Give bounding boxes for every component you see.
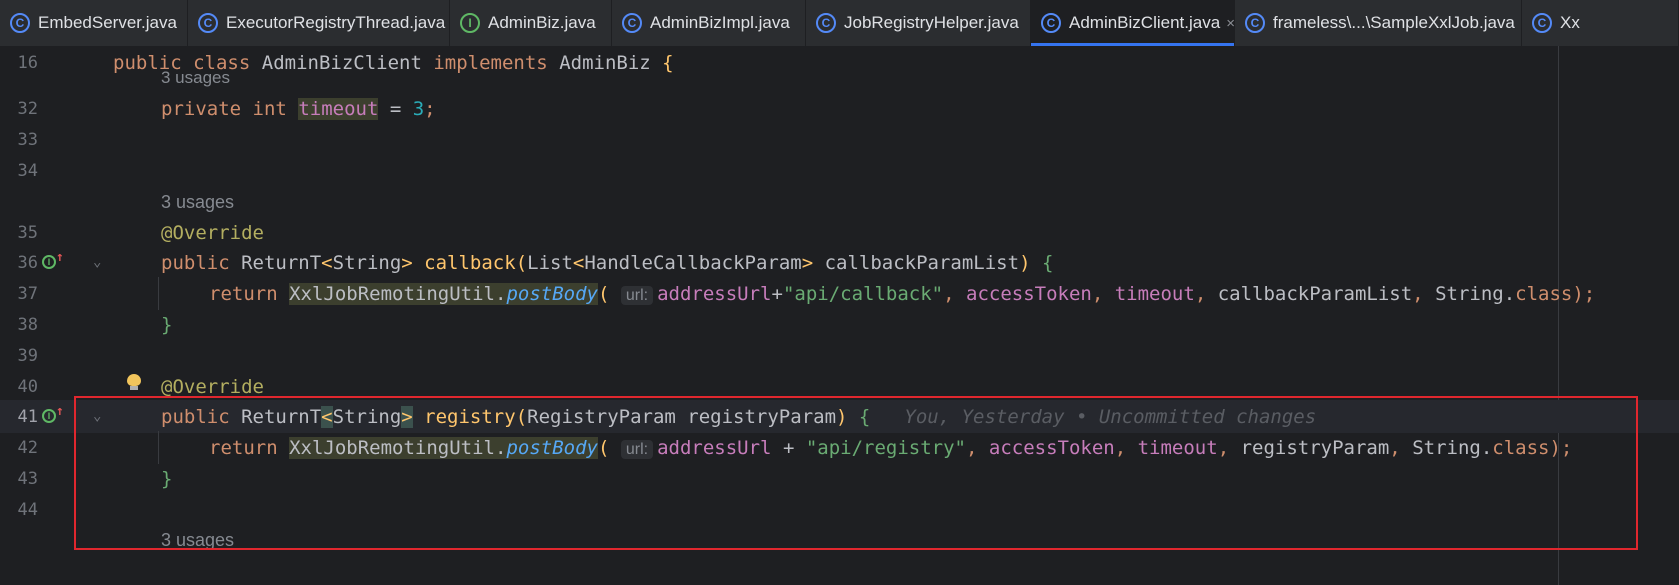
line-number: 42 [17, 438, 38, 458]
class-icon: C [1245, 13, 1265, 33]
class-icon: C [198, 13, 218, 33]
annotation: @Override [161, 222, 264, 244]
line-number: 40 [17, 377, 38, 397]
tab-adminbizimpl[interactable]: C AdminBizImpl.java [612, 0, 806, 46]
go-to-super-icon[interactable]: ↑ [56, 250, 64, 265]
tab-samplexxljob[interactable]: C frameless\...\SampleXxlJob.java [1235, 0, 1522, 46]
code-text: private int timeout = 3; [161, 98, 436, 120]
code-line[interactable]: 32 private int timeout = 3; [0, 92, 1679, 125]
annotation: @Override [161, 376, 264, 398]
parameter-hint: url: [620, 286, 654, 305]
line-number: 35 [17, 223, 38, 243]
tab-label: JobRegistryHelper.java [844, 13, 1019, 32]
tab-label: EmbedServer.java [38, 13, 177, 32]
line-number: 39 [17, 346, 38, 366]
tab-label: AdminBizImpl.java [650, 13, 790, 32]
line-number: 36 [17, 253, 38, 273]
line-number: 41 [17, 407, 38, 427]
sticky-header-line[interactable]: 16 public class AdminBizClient implement… [0, 46, 1679, 79]
line-number: 33 [17, 130, 38, 150]
code-line[interactable]: 38 } [0, 308, 1679, 341]
indent-guide [158, 277, 159, 310]
tab-adminbiz[interactable]: I AdminBiz.java [450, 0, 612, 46]
close-icon[interactable]: × [1226, 15, 1235, 32]
highlight-annotation-box [74, 396, 1638, 550]
tab-label: AdminBiz.java [488, 13, 596, 32]
code-line[interactable]: 33 [0, 123, 1679, 156]
code-editor[interactable]: 16 public class AdminBizClient implement… [0, 46, 1679, 585]
line-number: 43 [17, 469, 38, 489]
tab-embedserver[interactable]: C EmbedServer.java [0, 0, 188, 46]
fold-icon[interactable]: ⌄ [93, 254, 101, 270]
tab-executorregistrythread[interactable]: C ExecutorRegistryThread.java [188, 0, 450, 46]
line-number: 37 [17, 284, 38, 304]
code-text: return XxlJobRemotingUtil.postBody( url:… [209, 283, 1596, 305]
tab-overflow[interactable]: C Xx [1522, 0, 1679, 46]
class-icon: C [622, 13, 642, 33]
class-icon: C [816, 13, 836, 33]
code-line[interactable]: 35 @Override [0, 216, 1679, 249]
implements-method-icon[interactable]: I [42, 409, 56, 423]
line-number: 32 [17, 99, 38, 119]
usages-hint[interactable]: 3 usages [161, 192, 234, 213]
code-line[interactable]: 36 I ↑ ⌄ public ReturnT<String> callback… [0, 246, 1679, 279]
code-line[interactable]: 39 [0, 339, 1679, 372]
implements-method-icon[interactable]: I [42, 255, 56, 269]
code-text: } [161, 314, 173, 336]
tab-adminbizclient[interactable]: C AdminBizClient.java × [1031, 0, 1235, 46]
code-line[interactable]: 37 return XxlJobRemotingUtil.postBody( u… [0, 277, 1679, 310]
line-number: 34 [17, 161, 38, 181]
interface-icon: I [460, 13, 480, 33]
tab-label: ExecutorRegistryThread.java [226, 13, 446, 32]
class-icon: C [1041, 13, 1061, 33]
tab-label: frameless\...\SampleXxlJob.java [1273, 13, 1515, 32]
class-icon: C [1532, 13, 1552, 33]
tab-label: AdminBizClient.java [1069, 13, 1221, 32]
code-text: public ReturnT<String> callback(List<Han… [161, 252, 1054, 274]
line-number: 38 [17, 315, 38, 335]
tab-jobregistryhelper[interactable]: C JobRegistryHelper.java [806, 0, 1031, 46]
line-number: 44 [17, 500, 38, 520]
go-to-super-icon[interactable]: ↑ [56, 404, 64, 419]
tab-label: Xx [1560, 13, 1580, 32]
usages-hint[interactable]: 3 usages [161, 68, 230, 88]
class-icon: C [10, 13, 30, 33]
lightbulb-icon[interactable] [127, 374, 141, 390]
editor-tab-bar: C EmbedServer.java C ExecutorRegistryThr… [0, 0, 1679, 46]
code-line[interactable]: 34 [0, 154, 1679, 187]
line-number: 16 [17, 53, 38, 73]
